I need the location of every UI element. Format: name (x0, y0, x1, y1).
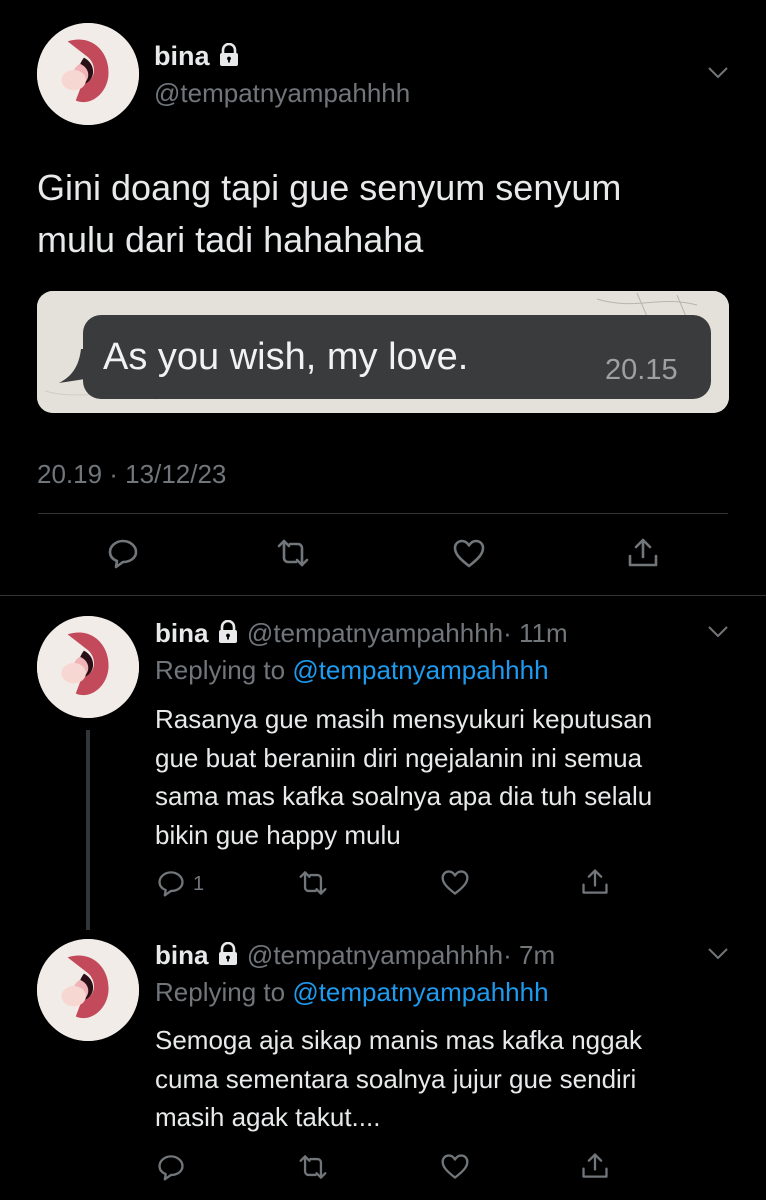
like-icon[interactable] (452, 537, 486, 571)
replying-to-link[interactable]: @tempatnyampahhhh (292, 977, 548, 1007)
reply-count: 1 (193, 873, 205, 895)
reply-icon[interactable] (106, 536, 140, 570)
tweet-text-line: mulu dari tadi hahahaha (37, 219, 424, 260)
chevron-down-icon[interactable] (707, 625, 729, 639)
reply-icon[interactable] (156, 1152, 186, 1182)
tweet-timestamp[interactable]: 20.19 · 13/12/23 (37, 458, 226, 490)
handle[interactable]: @tempatnyampahhhh (154, 77, 410, 109)
reply-text-line: bikin gue happy mulu (155, 819, 401, 850)
reply-time[interactable]: · 7m (503, 940, 555, 970)
reply-header: bina @tempatnyampahhhh· 11m (155, 617, 568, 649)
chevron-down-icon[interactable] (707, 947, 729, 961)
display-name[interactable]: bina (154, 40, 241, 72)
reply-icon[interactable] (156, 868, 186, 898)
reply-text-line: sama mas kafka soalnya apa dia tuh selal… (155, 781, 653, 811)
avatar[interactable] (37, 23, 139, 125)
lock-icon (218, 942, 237, 965)
avatar[interactable] (37, 616, 139, 718)
share-icon[interactable] (580, 867, 610, 897)
tweet-text: Gini doang tapi gue senyum senyum mulu d… (37, 162, 621, 266)
share-icon[interactable] (626, 536, 660, 570)
like-icon[interactable] (440, 868, 470, 898)
replying-to-label: Replying to (155, 977, 286, 1007)
like-icon[interactable] (440, 1152, 470, 1182)
reply-text-line: gue buat beraniin diri ngejalanin ini se… (155, 742, 643, 773)
lock-icon (218, 620, 237, 643)
thread-line (86, 730, 90, 930)
retweet-icon[interactable] (298, 868, 328, 898)
reply-text-line: masih agak takut.... (155, 1102, 381, 1132)
display-name-text[interactable]: bina (154, 41, 210, 71)
reply-time[interactable]: · 11m (503, 618, 568, 648)
message-bubble: As you wish, my love. 20.15 (83, 315, 711, 399)
retweet-icon[interactable] (276, 536, 310, 570)
tweet-media[interactable]: As you wish, my love. 20.15 (37, 291, 729, 413)
display-name[interactable]: bina (155, 618, 208, 648)
chevron-down-icon[interactable] (707, 66, 729, 80)
lock-icon (220, 43, 239, 66)
retweet-icon[interactable] (298, 1152, 328, 1182)
divider (0, 595, 766, 596)
reply-text: Rasanya gue masih mensyukuri keputusan g… (155, 700, 652, 854)
reply-text-line: Rasanya gue masih mensyukuri keputusan (155, 704, 653, 734)
tweet-text-line: Gini doang tapi gue senyum senyum (37, 167, 622, 208)
display-name[interactable]: bina (155, 940, 208, 970)
handle[interactable]: @tempatnyampahhhh (247, 940, 503, 970)
replying-to-label: Replying to (155, 655, 286, 685)
bubble-text: As you wish, my love. (103, 336, 469, 378)
reply-header: bina @tempatnyampahhhh· 7m (155, 939, 555, 971)
divider (38, 513, 728, 514)
handle[interactable]: @tempatnyampahhhh (247, 618, 503, 648)
avatar[interactable] (37, 939, 139, 1041)
share-icon[interactable] (580, 1151, 610, 1181)
replying-to: Replying to @tempatnyampahhhh (155, 976, 549, 1008)
bubble-time: 20.15 (605, 354, 678, 386)
reply-text-line: Semoga aja sikap manis mas kafka nggak (155, 1025, 643, 1055)
reply-text-line: cuma sementara soalnya jujur gue sendiri (155, 1063, 637, 1094)
reply-text: Semoga aja sikap manis mas kafka nggak c… (155, 1021, 642, 1137)
replying-to: Replying to @tempatnyampahhhh (155, 654, 549, 686)
replying-to-link[interactable]: @tempatnyampahhhh (292, 655, 548, 685)
